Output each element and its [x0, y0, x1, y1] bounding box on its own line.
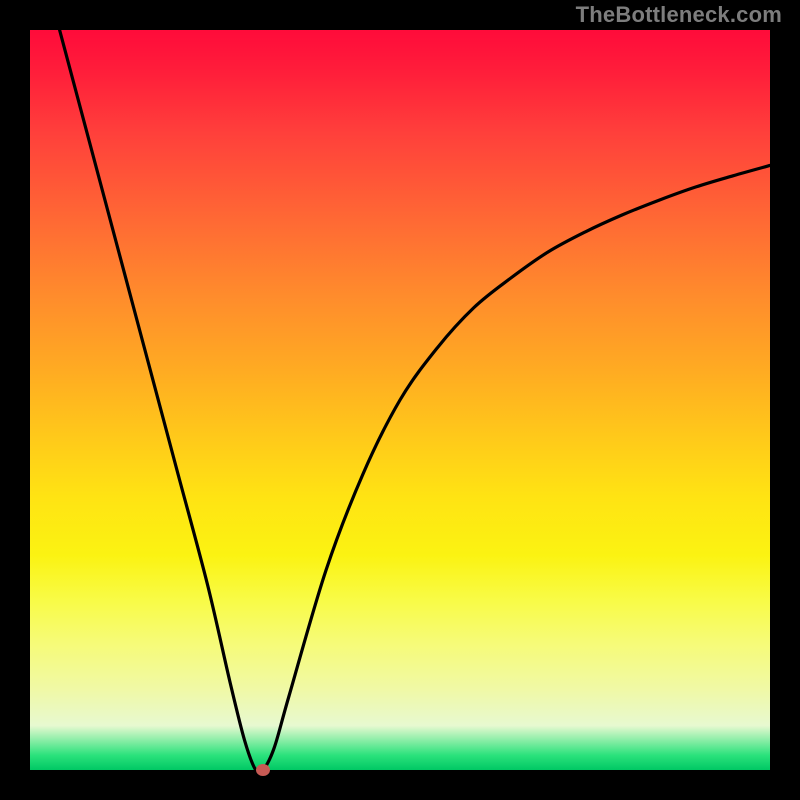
bottleneck-curve-line	[60, 30, 770, 773]
chart-plot-area	[30, 30, 770, 770]
selected-point-marker	[256, 764, 270, 776]
chart-frame: TheBottleneck.com	[0, 0, 800, 800]
watermark-label: TheBottleneck.com	[576, 2, 782, 28]
